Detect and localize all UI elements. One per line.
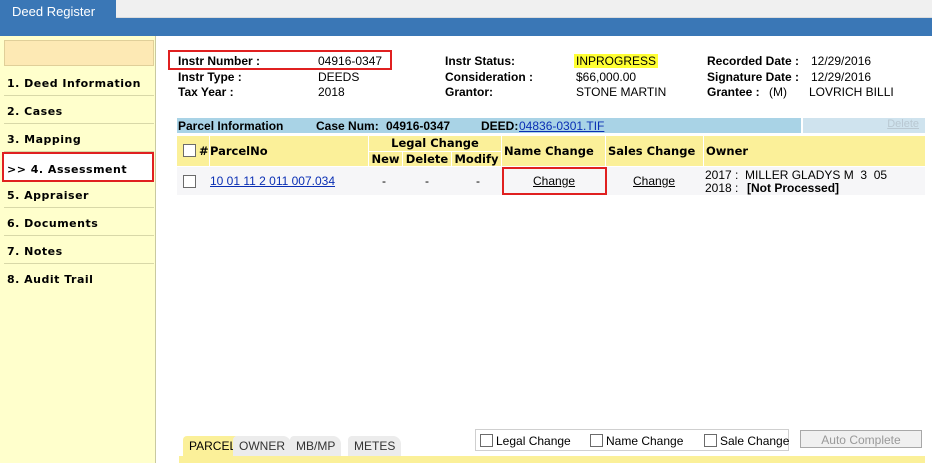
tab-owner[interactable]: OWNER [233,436,291,458]
grantee-value: LOVRICH BILLI [809,85,894,99]
legal-modify-value: - [476,174,480,188]
owner-line-2017: 2017 : MILLER GLADYS M 3 05 [705,168,888,182]
sidebar-item-mapping[interactable]: 3. Mapping [4,124,154,152]
instr-type-value: DEEDS [318,70,360,84]
legal-new-value: - [382,174,386,188]
signature-date-label: Signature Date : [707,70,800,84]
sidebar-item-audit-trail[interactable]: 8. Audit Trail [4,264,154,292]
sidebar-header [4,40,154,66]
header-legal-change: Legal Change [369,136,501,151]
option-name-change[interactable]: Name Change [590,434,683,448]
top-bar: Deed Register [0,0,932,36]
sidebar-item-assessment[interactable]: >> 4. Assessment [2,152,154,182]
grantee-label: Grantee : [707,85,760,99]
header-num: # [199,144,209,158]
sales-change-link[interactable]: Change [633,174,675,188]
header-select-cell: # [177,136,209,166]
top-strip [116,0,932,18]
title-strip [0,18,932,36]
table-row[interactable]: 10 01 11 2 011 007.034 - - - Change Chan… [177,167,925,195]
option-sale-change[interactable]: Sale Change [704,434,789,448]
sale-change-checkbox[interactable] [704,434,717,447]
sidebar-item-cases[interactable]: 2. Cases [4,96,154,124]
legal-delete-value: - [425,174,429,188]
header-parcel-no: ParcelNo [210,136,368,166]
parcel-info-bar: Parcel Information Case Num: 04916-0347 … [177,118,801,133]
sale-change-label: Sale Change [720,434,790,448]
recorded-date-value: 12/29/2016 [811,54,872,68]
row-checkbox[interactable] [183,175,196,188]
parcel-info-title: Parcel Information [178,119,284,133]
sidebar-item-appraiser[interactable]: 5. Appraiser [4,180,154,208]
tax-year-label: Tax Year : [178,85,234,99]
sidebar-item-documents[interactable]: 6. Documents [4,208,154,236]
case-num-label: Case Num: [316,119,379,133]
grantor-label: Grantor: [445,85,493,99]
name-change-link[interactable]: Change [533,174,575,188]
instr-number-label: Instr Number : [178,54,261,68]
instr-status-value: INPROGRESS [574,54,659,68]
deed-file-link[interactable]: 04836-0301.TIF [519,119,604,133]
recorded-date-label: Recorded Date : [707,54,800,68]
grantor-value: STONE MARTIN [576,85,667,99]
sidebar-item-deed-information[interactable]: 1. Deed Information [4,68,154,96]
header-new: New [369,152,402,166]
header-modify: Modify [452,152,501,166]
owner-not-processed: [Not Processed] [747,181,840,195]
consideration-value: $66,000.00 [576,70,637,84]
main-panel: Instr Number : 04916-0347 Instr Type : D… [157,36,932,463]
legal-change-checkbox[interactable] [480,434,493,447]
name-change-checkbox[interactable] [590,434,603,447]
tab-metes[interactable]: METES [348,436,402,458]
tab-mb-mp[interactable]: MB/MP [290,436,342,458]
delete-button[interactable]: Delete [803,118,925,133]
instr-status-label: Instr Status: [445,54,516,68]
deed-label: DEED: [481,119,519,133]
grantee-type: (M) [769,85,787,99]
header-delete: Delete [403,152,451,166]
legal-change-label: Legal Change [496,434,571,448]
sidebar: 1. Deed Information 2. Cases 3. Mapping … [0,36,156,463]
option-legal-change[interactable]: Legal Change [480,434,571,448]
case-num-value: 04916-0347 [386,119,451,133]
tax-year-value: 2018 [318,85,345,99]
header-name-change: Name Change [502,136,605,166]
consideration-label: Consideration : [445,70,534,84]
bottom-tab-bar [179,456,925,463]
signature-date-value: 12/29/2016 [811,70,872,84]
sidebar-item-notes[interactable]: 7. Notes [4,236,154,264]
instr-number-value: 04916-0347 [318,54,383,68]
deed-register-tab[interactable]: Deed Register [0,0,116,22]
header-owner: Owner [704,136,925,166]
instr-type-label: Instr Type : [178,70,242,84]
owner-line-2018-prefix: 2018 : [705,181,742,195]
auto-complete-button[interactable]: Auto Complete [800,430,922,448]
name-change-label: Name Change [606,434,684,448]
select-all-checkbox[interactable] [183,144,196,157]
parcel-no-link[interactable]: 10 01 11 2 011 007.034 [210,174,335,188]
header-sales-change: Sales Change [606,136,703,166]
